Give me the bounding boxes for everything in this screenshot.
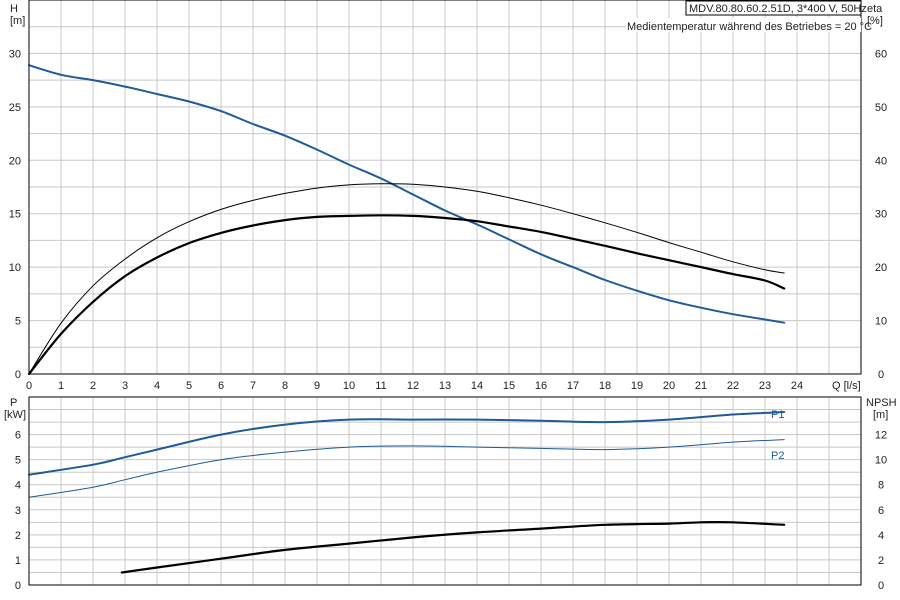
right-tick-label: 50 <box>875 102 887 114</box>
right-tick-label: 0 <box>878 580 884 592</box>
subtitle-label: Medientemperatur während des Betriebes =… <box>627 21 872 33</box>
x-tick-label: 16 <box>535 380 547 392</box>
top-axis-ticks: 05101520253001020304050600 1 2 3 4 5 6 7 8 9 10 11 1… <box>9 48 887 392</box>
right-tick-label: 4 <box>878 530 884 542</box>
left-tick-label: 1 <box>15 555 21 567</box>
left-tick-label: 25 <box>9 102 21 114</box>
left-tick-label: 6 <box>15 430 21 442</box>
series-line-0-2 <box>27 214 786 376</box>
left-tick-label: 3 <box>15 505 21 517</box>
series-line-0-1 <box>28 183 785 375</box>
x-tick-label: 0 <box>26 380 32 392</box>
x-tick-label: 11 <box>375 380 386 392</box>
x-tick-label: 7 <box>250 380 256 392</box>
bottom-left-axis-label: P <box>10 397 17 409</box>
bottom-axis-ticks: 0123456024681012 <box>15 430 887 592</box>
series-label-p1: P1 <box>771 409 784 421</box>
x-tick-label: 24 <box>791 380 803 392</box>
model-label: MDV.80.80.60.2.51D, 3*400 V, 50Hz <box>689 3 867 15</box>
x-tick-label: 21 <box>695 380 707 392</box>
left-tick-label: 5 <box>15 455 21 467</box>
x-tick-label: 9 <box>314 380 320 392</box>
bottom-right-axis-unit: [m] <box>873 409 888 421</box>
right-tick-label: 6 <box>878 505 884 517</box>
right-tick-label: 2 <box>878 555 884 567</box>
right-tick-label: 30 <box>875 209 887 221</box>
left-tick-label: 5 <box>15 316 21 328</box>
x-tick-label: 20 <box>663 380 675 392</box>
top-left-axis-unit: [m] <box>10 15 25 27</box>
series-label-p2: P2 <box>771 450 784 462</box>
bottom-left-axis-unit: [kW] <box>4 409 26 421</box>
left-tick-label: 15 <box>9 209 21 221</box>
right-tick-label: 60 <box>875 48 887 60</box>
x-tick-label: 3 <box>122 380 128 392</box>
left-tick-label: 2 <box>15 530 21 542</box>
x-tick-label: 22 <box>727 380 739 392</box>
x-axis-label: Q [l/s] <box>832 380 861 392</box>
x-tick-label: 5 <box>186 380 192 392</box>
x-tick-label: 23 <box>759 380 771 392</box>
left-tick-label: 30 <box>9 48 21 60</box>
x-tick-label: 8 <box>282 380 288 392</box>
x-tick-label: 6 <box>218 380 224 392</box>
x-tick-label: 13 <box>439 380 451 392</box>
left-tick-label: 4 <box>15 480 21 492</box>
x-tick-label: 14 <box>471 380 483 392</box>
bottom-grid <box>28 396 862 586</box>
x-tick-label: 10 <box>343 380 355 392</box>
x-tick-label: 4 <box>154 380 160 392</box>
bottom-right-axis-label: NPSH <box>866 397 897 409</box>
x-tick-label: 15 <box>503 380 515 392</box>
left-tick-label: 10 <box>9 262 21 274</box>
x-tick-label: 2 <box>90 380 96 392</box>
pump-performance-chart: 05101520253001020304050600 1 2 3 4 5 6 7 8 9 10 11 1… <box>4 0 897 592</box>
series-line-1-0 <box>28 411 786 476</box>
x-tick-label: 19 <box>631 380 643 392</box>
right-tick-label: 8 <box>878 480 884 492</box>
x-tick-label: 17 <box>567 380 579 392</box>
series-line-1-1 <box>28 439 785 498</box>
left-tick-label: 0 <box>15 580 21 592</box>
top-left-axis-label: H <box>10 3 18 15</box>
right-tick-label: 12 <box>875 430 887 442</box>
top-series <box>27 64 786 376</box>
right-tick-label: 0 <box>878 369 884 381</box>
left-tick-label: 20 <box>9 155 21 167</box>
right-tick-label: 10 <box>875 455 887 467</box>
bottom-series <box>28 411 786 574</box>
left-tick-label: 0 <box>15 369 21 381</box>
x-tick-label: 12 <box>407 380 419 392</box>
top-right-axis-label: eta <box>867 3 883 15</box>
right-tick-label: 20 <box>875 262 887 274</box>
x-tick-label: 18 <box>599 380 611 392</box>
right-tick-label: 10 <box>875 316 887 328</box>
x-tick-label: 1 <box>58 380 64 392</box>
right-tick-label: 40 <box>875 155 887 167</box>
series-line-0-0 <box>28 64 786 324</box>
